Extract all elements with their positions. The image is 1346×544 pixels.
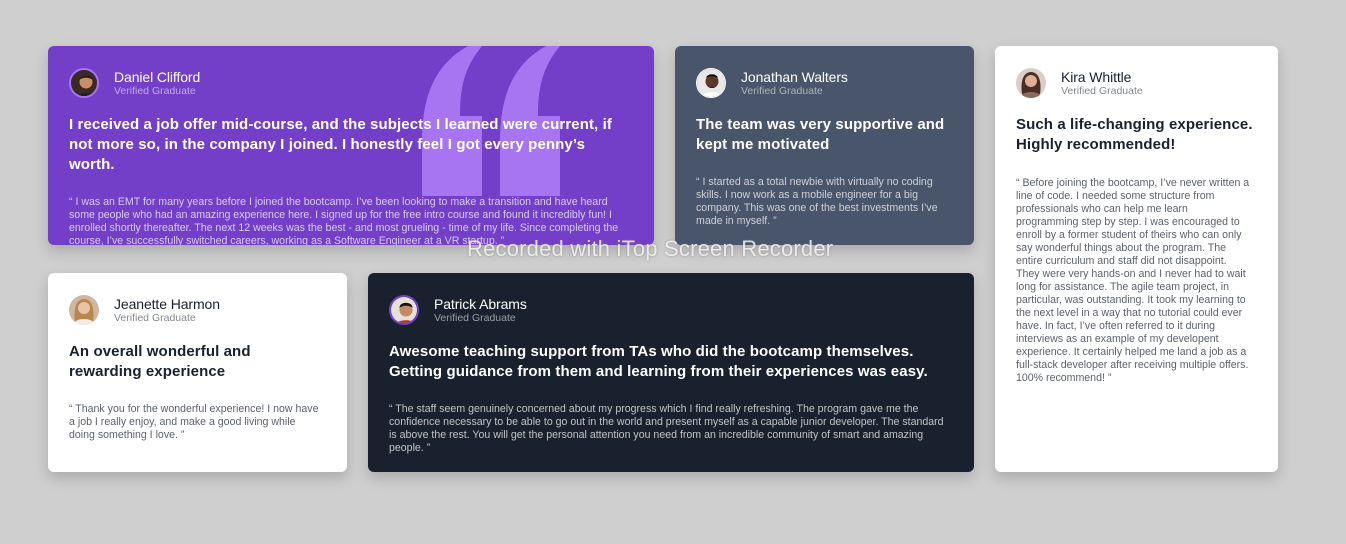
woman-portrait-icon xyxy=(1016,68,1046,98)
man-portrait-icon xyxy=(389,295,419,325)
card-header: Jonathan Walters Verified Graduate xyxy=(696,68,953,98)
testimonial-headline: The team was very supportive and kept me… xyxy=(696,116,945,153)
author-info: Kira Whittle Verified Graduate xyxy=(1061,69,1143,98)
author-role: Verified Graduate xyxy=(1061,84,1143,97)
testimonial-card-daniel-clifford: Daniel Clifford Verified Graduate I rece… xyxy=(48,46,654,245)
author-info: Daniel Clifford Verified Graduate xyxy=(114,69,200,98)
testimonial-quote: “ Before joining the bootcamp, I’ve neve… xyxy=(1016,177,1250,384)
man-portrait-icon xyxy=(69,68,99,98)
testimonial-card-patrick-abrams: Patrick Abrams Verified Graduate Awesome… xyxy=(368,273,974,472)
card-header: Kira Whittle Verified Graduate xyxy=(1016,68,1257,98)
author-name: Kira Whittle xyxy=(1061,68,1132,85)
author-info: Patrick Abrams Verified Graduate xyxy=(434,296,527,325)
card-header: Patrick Abrams Verified Graduate xyxy=(389,295,953,325)
testimonial-card-kira-whittle: Kira Whittle Verified Graduate Such a li… xyxy=(995,46,1278,472)
author-name: Jeanette Harmon xyxy=(114,295,220,312)
author-name: Patrick Abrams xyxy=(434,295,527,312)
man-portrait-icon xyxy=(696,68,726,98)
author-info: Jeanette Harmon Verified Graduate xyxy=(114,296,220,325)
testimonial-quote: “ Thank you for the wonderful experience… xyxy=(69,403,319,441)
author-name: Jonathan Walters xyxy=(741,68,848,85)
author-role: Verified Graduate xyxy=(434,311,516,324)
testimonial-headline: An overall wonderful and rewarding exper… xyxy=(69,343,251,380)
card-header: Jeanette Harmon Verified Graduate xyxy=(69,295,326,325)
author-name: Daniel Clifford xyxy=(114,68,201,85)
testimonial-headline: Such a life-changing experience. Highly … xyxy=(1016,116,1253,153)
card-header: Daniel Clifford Verified Graduate xyxy=(69,68,633,98)
screen-recorder-watermark: Recorded with iTop Screen Recorder xyxy=(467,236,834,261)
author-role: Verified Graduate xyxy=(741,84,823,97)
testimonial-quote: “ I started as a total newbie with virtu… xyxy=(696,176,938,227)
testimonial-card-jonathan-walters: Jonathan Walters Verified Graduate The t… xyxy=(675,46,974,245)
testimonial-card-jeanette-harmon: Jeanette Harmon Verified Graduate An ove… xyxy=(48,273,347,472)
author-role: Verified Graduate xyxy=(114,311,196,324)
testimonial-headline: Awesome teaching support from TAs who di… xyxy=(389,343,928,380)
testimonial-quote: “ The staff seem genuinely concerned abo… xyxy=(389,403,944,454)
author-info: Jonathan Walters Verified Graduate xyxy=(741,69,848,98)
testimonial-headline: I received a job offer mid-course, and t… xyxy=(69,116,612,173)
woman-portrait-icon xyxy=(69,295,99,325)
author-role: Verified Graduate xyxy=(114,84,196,97)
